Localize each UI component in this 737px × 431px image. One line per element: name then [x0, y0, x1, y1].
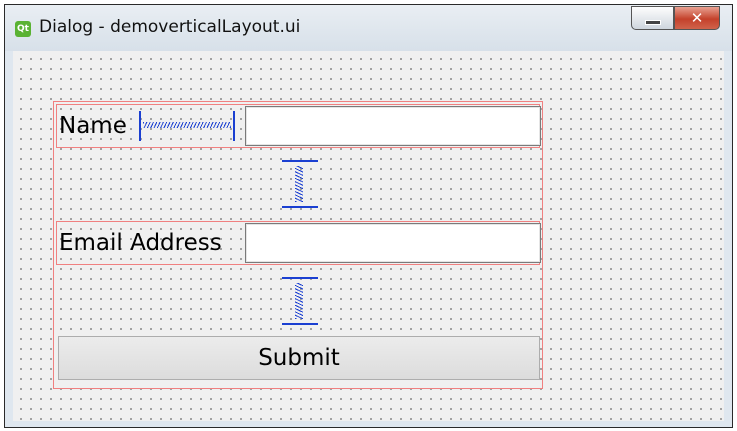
window-title: Dialog - demoverticalLayout.ui: [39, 17, 301, 37]
vertical-layout: Name Email Address Submit: [53, 101, 543, 389]
name-row-layout: Name: [56, 104, 541, 148]
form-canvas: Name Email Address Submit: [13, 51, 724, 421]
vertical-spacer-1[interactable]: [282, 160, 318, 208]
email-input[interactable]: [245, 223, 541, 263]
horizontal-spacer[interactable]: [139, 111, 235, 141]
close-button[interactable]: ✕: [674, 6, 720, 30]
email-label: Email Address: [59, 230, 222, 256]
minimize-button[interactable]: [631, 6, 674, 30]
submit-button[interactable]: Submit: [58, 336, 540, 380]
title-bar[interactable]: Qt Dialog - demoverticalLayout.ui ✕: [5, 5, 732, 51]
qt-icon: Qt: [15, 21, 31, 37]
vertical-spacer-2[interactable]: [282, 277, 318, 325]
name-label: Name: [59, 113, 127, 139]
email-row-layout: Email Address: [56, 221, 541, 265]
name-input[interactable]: [245, 106, 541, 146]
minimize-icon: [644, 19, 661, 25]
dialog-window: Qt Dialog - demoverticalLayout.ui ✕ Name…: [4, 4, 733, 428]
